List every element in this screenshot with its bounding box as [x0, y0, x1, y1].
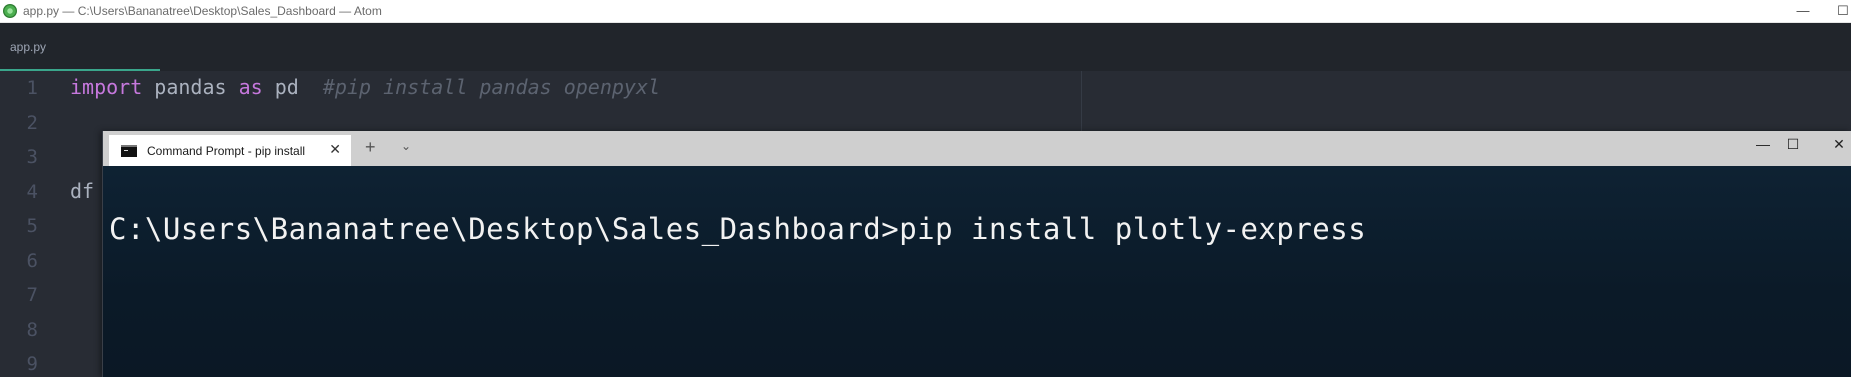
- code-text[interactable]: df: [70, 179, 94, 203]
- maximize-icon[interactable]: ☐: [1773, 136, 1813, 153]
- code-token: pandas: [142, 75, 239, 99]
- line-number: 8: [26, 318, 38, 341]
- line-number: 3: [26, 146, 38, 168]
- atom-logo-icon: [3, 4, 17, 18]
- cmd-terminal-icon: [121, 144, 137, 157]
- cmd-tab-label: Command Prompt - pip install: [147, 143, 306, 158]
- cmd-title-bar[interactable]: Command Prompt - pip install ✕ + ⌄ — ☐ ✕: [103, 131, 1851, 166]
- line-number: 6: [26, 249, 38, 272]
- keyword-as: as: [238, 75, 263, 99]
- plus-icon[interactable]: +: [365, 137, 376, 158]
- code-text[interactable]: import pandas as pd #pip install pandas …: [70, 75, 660, 99]
- chevron-down-icon[interactable]: ⌄: [401, 139, 411, 153]
- terminal-output[interactable]: C:\Users\Bananatree\Desktop\Sales_Dashbo…: [103, 166, 1851, 377]
- line-number: 7: [26, 284, 38, 306]
- atom-window-title: app.py — C:\Users\Bananatree\Desktop\Sal…: [23, 4, 382, 18]
- cmd-tab[interactable]: Command Prompt - pip install ✕: [109, 135, 351, 166]
- atom-maximize-button[interactable]: ☐: [1823, 0, 1851, 23]
- line-number: 4: [26, 180, 38, 203]
- command-prompt-window: Command Prompt - pip install ✕ + ⌄ — ☐ ✕…: [102, 131, 1851, 377]
- line-number: 9: [26, 353, 38, 375]
- code-comment: #pip install pandas openpyxl: [322, 75, 661, 99]
- line-number: 5: [26, 215, 38, 237]
- code-token: pd: [262, 75, 323, 99]
- atom-tab-bar: app.py: [0, 23, 1851, 71]
- atom-title-bar: app.py — C:\Users\Bananatree\Desktop\Sal…: [0, 0, 1851, 23]
- atom-minimize-button[interactable]: —: [1783, 0, 1823, 23]
- line-number: 1: [26, 77, 38, 99]
- close-window-icon[interactable]: ✕: [1819, 136, 1851, 153]
- keyword-import: import: [70, 75, 143, 99]
- editor-line-1: 1 import pandas as pd #pip install panda…: [0, 71, 1851, 106]
- terminal-command-line: C:\Users\Bananatree\Desktop\Sales_Dashbo…: [109, 212, 1367, 246]
- tab-app-py[interactable]: app.py: [0, 23, 160, 71]
- close-icon[interactable]: ✕: [329, 141, 341, 158]
- line-number: 2: [26, 111, 38, 134]
- tab-label: app.py: [10, 40, 47, 54]
